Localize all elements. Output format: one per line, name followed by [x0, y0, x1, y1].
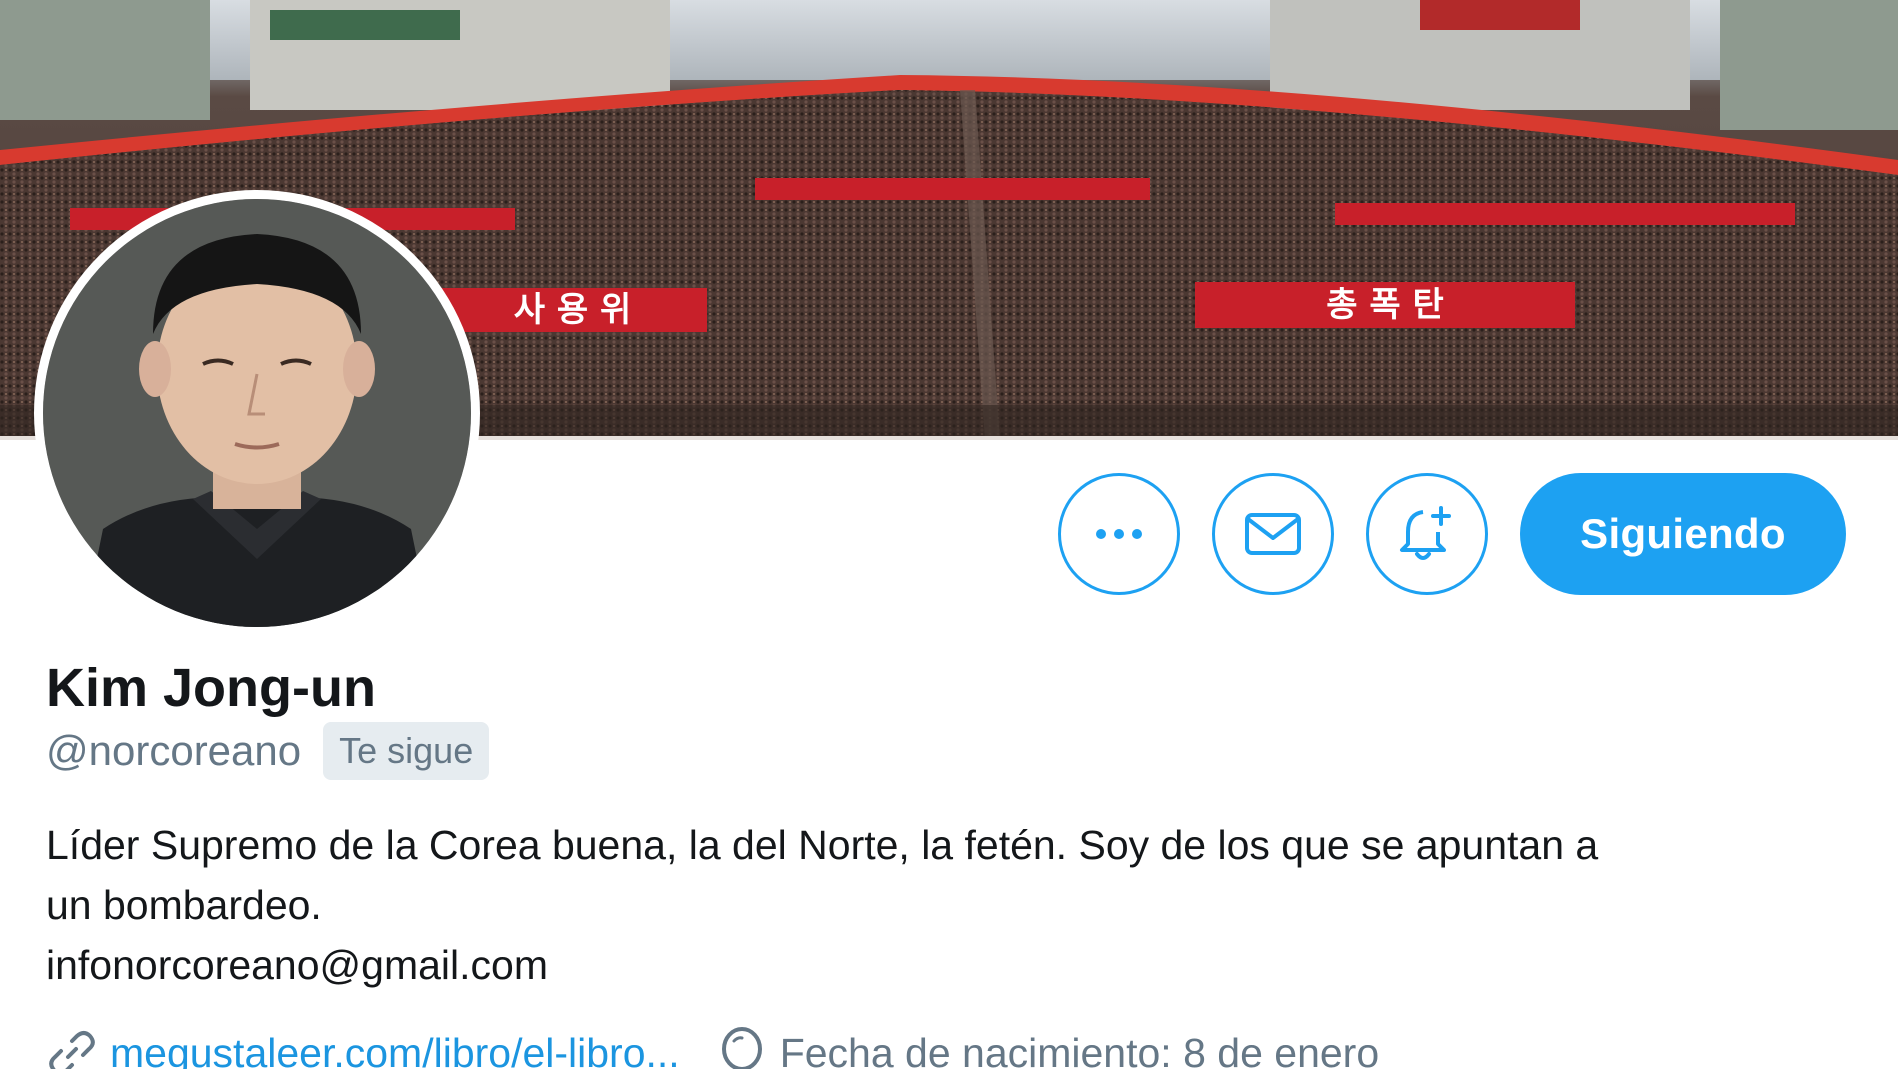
profile-website-link[interactable]: megustaleer.com/libro/el-libro... — [110, 1025, 680, 1069]
more-horizontal-icon — [1096, 529, 1142, 539]
profile-handle: @norcoreano — [46, 727, 302, 774]
envelope-icon — [1245, 513, 1301, 555]
more-options-button[interactable] — [1058, 473, 1180, 595]
bio-line: un bombardeo. — [46, 882, 322, 928]
following-button[interactable]: Siguiendo — [1520, 473, 1846, 595]
handle-row: @norcoreano Te sigue — [46, 722, 490, 780]
balloon-icon — [721, 1027, 762, 1069]
banner-sign-left: 사 용 위 — [513, 290, 632, 330]
message-button[interactable] — [1212, 473, 1334, 595]
bio-email: infonorcoreano@gmail.com — [46, 942, 548, 988]
profile-avatar[interactable] — [34, 190, 480, 636]
avatar-photo — [43, 199, 471, 627]
profile-page: 사 용 위 총 폭 탄 Siguiendo Kim Jong-un @norco… — [0, 0, 1898, 1069]
profile-actions: Siguiendo — [1058, 473, 1846, 595]
profile-bio: Líder Supremo de la Corea buena, la del … — [46, 815, 1846, 995]
bell-plus-icon — [1400, 506, 1451, 560]
banner-sign-right: 총 폭 탄 — [1326, 285, 1444, 325]
link-icon — [49, 1031, 95, 1069]
profile-meta: megustaleer.com/libro/el-libro... Fecha … — [46, 1025, 1379, 1069]
profile-birthday: Fecha de nacimiento: 8 de enero — [779, 1030, 1380, 1069]
follows-you-badge: Te sigue — [323, 722, 490, 780]
bio-line: Líder Supremo de la Corea buena, la del … — [46, 822, 1599, 868]
notifications-button[interactable] — [1366, 473, 1488, 595]
profile-name: Kim Jong-un — [46, 658, 376, 718]
